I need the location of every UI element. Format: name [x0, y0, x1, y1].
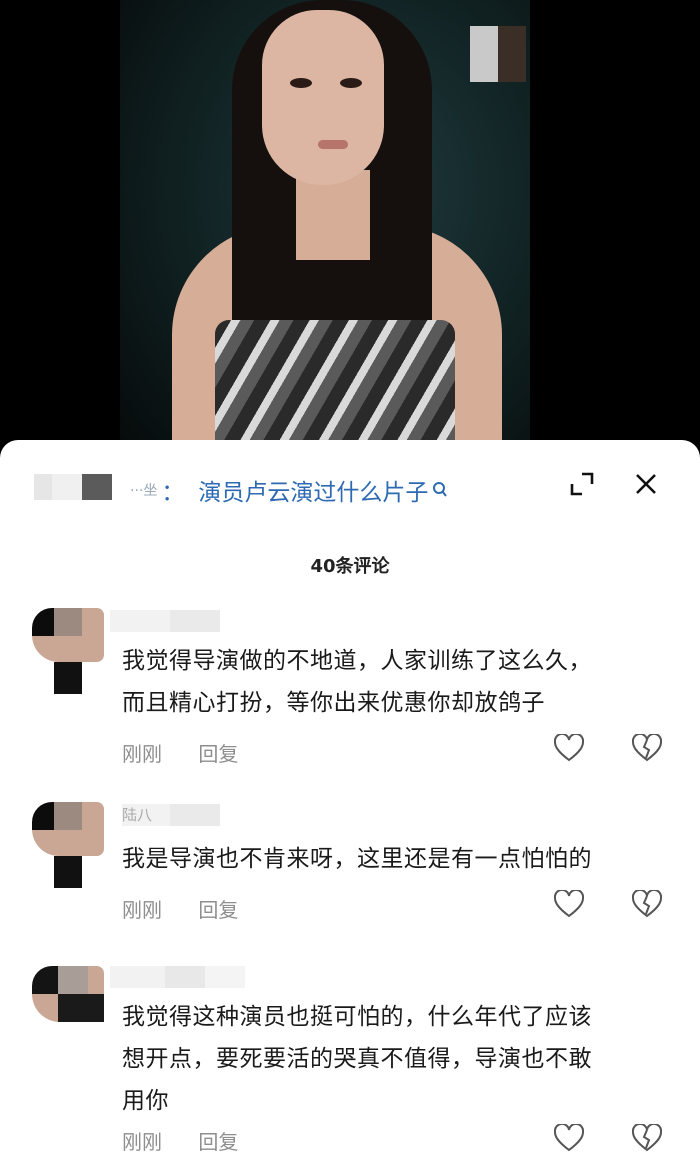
username-mosaic: [110, 610, 240, 632]
comment-sheet: ···坐 ： 演员卢云演过什么片子 40条评论 我觉得导演做的不地道，人家训练了…: [0, 440, 700, 1171]
comment-meta: 刚刚 回复: [122, 738, 238, 767]
comment-text: 我觉得导演做的不地道，人家训练了这么久， 而且精心打扮，等你出来优惠你却放鸽子: [122, 640, 662, 724]
username-fragment: 陆八: [122, 804, 170, 826]
comment-count: 40条评论: [310, 556, 390, 577]
comment-item: 陆八 我是导演也不肯来呀，这里还是有一点怕怕的 刚刚 回复: [0, 800, 700, 940]
avatar[interactable]: [32, 802, 104, 888]
comment-line: 我觉得导演做的不地道，人家训练了这么久，: [122, 648, 592, 674]
comment-line: 而且精心打扮，等你出来优惠你却放鸽子: [122, 690, 545, 716]
username-mosaic: [110, 966, 245, 988]
search-suggestion-link[interactable]: ···坐 ： 演员卢云演过什么片子: [130, 473, 448, 507]
reply-button[interactable]: 回复: [198, 742, 238, 766]
heart-icon[interactable]: [554, 890, 584, 918]
video-person-face: [262, 10, 384, 185]
reply-button[interactable]: 回复: [198, 898, 238, 922]
comment-line: 我觉得这种演员也挺可怕的，什么年代了应该: [122, 1004, 592, 1030]
video-player[interactable]: [0, 0, 700, 470]
username-mosaic: 陆八: [110, 804, 240, 826]
avatar[interactable]: [32, 608, 104, 694]
broken-heart-icon[interactable]: [632, 1124, 662, 1152]
avatar[interactable]: [32, 966, 104, 1046]
comment-item: 我觉得这种演员也挺可怕的，什么年代了应该 想开点，要死要活的哭真不值得，导演也不…: [0, 966, 700, 1171]
comment-text: 我觉得这种演员也挺可怕的，什么年代了应该 想开点，要死要活的哭真不值得，导演也不…: [122, 996, 662, 1122]
username-mosaic: [34, 474, 114, 500]
reply-button[interactable]: 回复: [198, 1130, 238, 1154]
video-person-mouth: [318, 140, 348, 149]
heart-icon[interactable]: [554, 1124, 584, 1152]
search-colon: ：: [161, 480, 185, 506]
comment-line: 我是导演也不肯来呀，这里还是有一点怕怕的: [122, 846, 592, 872]
search-query: 演员卢云演过什么片子: [198, 480, 429, 506]
comment-time: 刚刚: [122, 1130, 162, 1154]
mosaic-blur: [470, 26, 526, 82]
heart-icon[interactable]: [554, 734, 584, 762]
close-icon: [636, 474, 656, 494]
video-person-eye: [290, 78, 312, 88]
expand-icon: [570, 472, 594, 496]
broken-heart-icon[interactable]: [632, 890, 662, 918]
comment-meta: 刚刚 回复: [122, 1126, 238, 1155]
comment-line: 用你: [122, 1088, 169, 1114]
sheet-header: ···坐 ： 演员卢云演过什么片子: [0, 440, 700, 536]
search-prefix: ···坐: [130, 483, 158, 499]
expand-button[interactable]: [566, 468, 598, 500]
comment-time: 刚刚: [122, 742, 162, 766]
comment-item: 我觉得导演做的不地道，人家训练了这么久， 而且精心打扮，等你出来优惠你却放鸽子 …: [0, 606, 700, 766]
search-icon: [433, 482, 448, 497]
comment-text: 我是导演也不肯来呀，这里还是有一点怕怕的: [122, 838, 662, 880]
comment-time: 刚刚: [122, 898, 162, 922]
comment-meta: 刚刚 回复: [122, 894, 238, 923]
broken-heart-icon[interactable]: [632, 734, 662, 762]
video-person-eye: [340, 78, 362, 88]
comment-line: 想开点，要死要活的哭真不值得，导演也不敢: [122, 1046, 592, 1072]
close-button[interactable]: [630, 468, 662, 500]
